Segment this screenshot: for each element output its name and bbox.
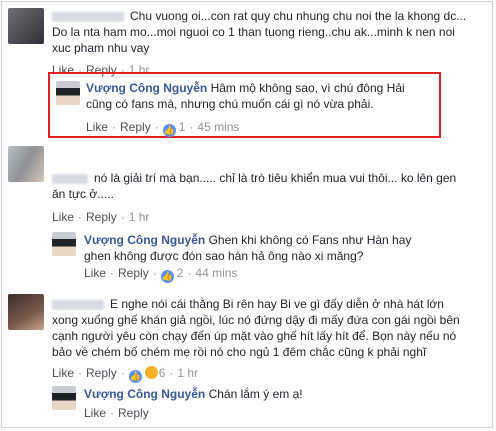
comment-text-2: nó là giải trí mà bạn..... chỉ là trò ti… xyxy=(52,171,457,201)
reply-link[interactable]: Reply xyxy=(118,266,149,280)
reply-actions-2: Like · Reply · 👍 2 · 44 mins xyxy=(84,266,238,283)
comment-time[interactable]: 45 mins xyxy=(197,120,239,134)
comment-actions-3: Like · Reply · 👍 6 · 1 hr xyxy=(52,366,199,383)
reply-author-3[interactable]: Vượng Công Nguyễn xyxy=(84,387,205,401)
comment-text-3: E nghe nói cái thằng Bi rên hay Bi ve gì… xyxy=(52,297,460,359)
comment-actions-2: Like · Reply · 1 hr xyxy=(52,210,150,224)
comment-time[interactable]: 1 hr xyxy=(177,366,198,380)
reply-actions-1: Like · Reply · 👍 1 · 45 mins xyxy=(86,120,240,137)
thumbs-up-icon: 👍 xyxy=(162,124,176,137)
comment-time[interactable]: 1 hr xyxy=(129,210,150,224)
reply-link[interactable]: Reply xyxy=(86,210,117,224)
blurred-commenter-name xyxy=(52,11,124,22)
commenter-avatar-2[interactable] xyxy=(8,146,44,182)
thumbs-up-icon: 👍 xyxy=(160,270,174,283)
haha-icon xyxy=(144,366,158,379)
reply-text-3: Chán lắm ý em ạ! xyxy=(208,387,303,401)
thumbs-up-icon: 👍 xyxy=(128,370,142,383)
reply-link[interactable]: Reply xyxy=(120,120,151,134)
reply-avatar-2[interactable] xyxy=(52,232,76,256)
like-link[interactable]: Like xyxy=(52,210,74,224)
reply-link[interactable]: Reply xyxy=(118,406,149,420)
reply-author-1[interactable]: Vượng Công Nguyễn xyxy=(86,81,207,95)
reply-actions-3: Like · Reply xyxy=(84,406,149,420)
comment-time[interactable]: 44 mins xyxy=(195,266,237,280)
blurred-commenter-name xyxy=(52,299,104,310)
reply-author-2[interactable]: Vượng Công Nguyễn xyxy=(84,233,205,247)
commenter-avatar-1[interactable] xyxy=(8,8,44,44)
like-link[interactable]: Like xyxy=(86,120,108,134)
like-link[interactable]: Like xyxy=(84,406,106,420)
reply-avatar-3[interactable] xyxy=(52,386,76,410)
commenter-avatar-3[interactable] xyxy=(8,294,44,330)
reply-link[interactable]: Reply xyxy=(86,366,117,380)
reply-avatar-1[interactable] xyxy=(56,81,80,105)
like-link[interactable]: Like xyxy=(84,266,106,280)
blurred-commenter-name xyxy=(52,173,88,184)
like-link[interactable]: Like xyxy=(52,366,74,380)
